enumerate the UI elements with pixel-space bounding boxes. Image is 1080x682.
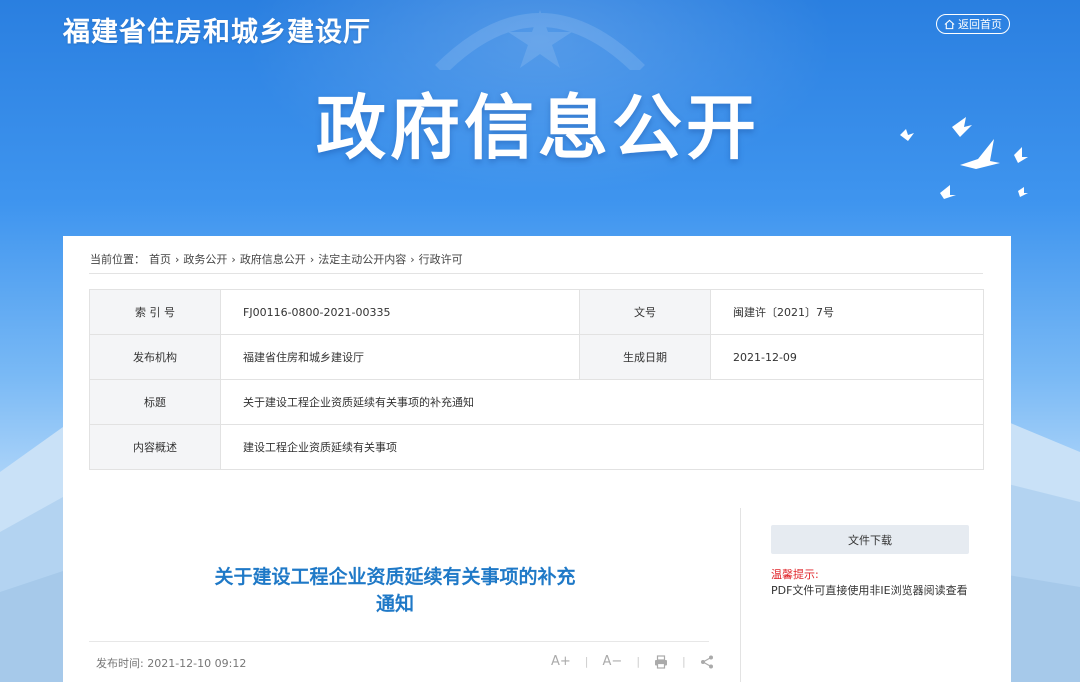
breadcrumb-item-home[interactable]: 首页 bbox=[149, 253, 171, 266]
breadcrumb: 当前位置： 首页 › 政务公开 › 政府信息公开 › 法定主动公开内容 › 行政许可 bbox=[90, 251, 467, 267]
article-tools: A+ | A− | | bbox=[551, 654, 714, 669]
breadcrumb-divider bbox=[89, 273, 983, 274]
table-row: 索 引 号 FJ00116-0800-2021-00335 文号 闽建许〔202… bbox=[89, 289, 984, 335]
summary-value: 建设工程企业资质延续有关事项 bbox=[220, 424, 984, 470]
tool-separator: | bbox=[584, 655, 589, 668]
index-value: FJ00116-0800-2021-00335 bbox=[220, 289, 580, 335]
index-label: 索 引 号 bbox=[89, 289, 221, 335]
metadata-table: 索 引 号 FJ00116-0800-2021-00335 文号 闽建许〔202… bbox=[89, 289, 984, 470]
publish-time: 发布时间: 2021-12-10 09:12 bbox=[96, 655, 246, 671]
emblem-watermark bbox=[435, 10, 645, 70]
article-title-line1: 关于建设工程企业资质延续有关事项的补充 bbox=[214, 566, 576, 588]
table-row: 内容概述 建设工程企业资质延续有关事项 bbox=[89, 424, 984, 470]
article-title: 关于建设工程企业资质延续有关事项的补充 通知 bbox=[175, 564, 615, 618]
table-row: 标题 关于建设工程企业资质延续有关事项的补充通知 bbox=[89, 379, 984, 425]
breadcrumb-item-statutory[interactable]: 法定主动公开内容 bbox=[318, 253, 406, 266]
breadcrumb-item-affairs[interactable]: 政务公开 bbox=[183, 253, 227, 266]
hero-title: 政府信息公开 bbox=[316, 87, 760, 169]
content-card: 当前位置： 首页 › 政务公开 › 政府信息公开 › 法定主动公开内容 › 行政许可 索 引 号 … bbox=[63, 236, 1011, 682]
title-value: 关于建设工程企业资质延续有关事项的补充通知 bbox=[220, 379, 984, 425]
publisher-value: 福建省住房和城乡建设厅 bbox=[220, 334, 580, 380]
share-icon[interactable] bbox=[700, 655, 714, 669]
table-row: 发布机构 福建省住房和城乡建设厅 生成日期 2021-12-09 bbox=[89, 334, 984, 380]
date-label: 生成日期 bbox=[579, 334, 711, 380]
tip-label: 温馨提示: bbox=[771, 568, 819, 581]
tip-text: PDF文件可直接使用非IE浏览器阅读查看 bbox=[771, 584, 968, 597]
home-button-label: 返回首页 bbox=[958, 18, 1002, 31]
doves-decoration bbox=[900, 117, 1028, 199]
font-decrease-button[interactable]: A− bbox=[603, 654, 623, 669]
breadcrumb-separator: › bbox=[410, 253, 415, 266]
site-title[interactable]: 福建省住房和城乡建设厅 bbox=[63, 10, 371, 49]
font-increase-button[interactable]: A+ bbox=[551, 654, 571, 669]
print-icon[interactable] bbox=[654, 654, 668, 669]
breadcrumb-separator: › bbox=[231, 253, 236, 266]
breadcrumb-prefix: 当前位置： bbox=[90, 253, 145, 266]
docno-label: 文号 bbox=[579, 289, 711, 335]
summary-label: 内容概述 bbox=[89, 424, 221, 470]
home-button[interactable]: 返回首页 bbox=[936, 14, 1010, 34]
title-label: 标题 bbox=[89, 379, 221, 425]
column-divider bbox=[740, 508, 741, 682]
article-title-line2: 通知 bbox=[375, 593, 414, 615]
title-divider bbox=[89, 641, 709, 642]
tool-separator: | bbox=[682, 655, 686, 668]
breadcrumb-item-permits[interactable]: 行政许可 bbox=[419, 253, 463, 266]
breadcrumb-separator: › bbox=[309, 253, 315, 266]
publish-time-value: 2021-12-10 09:12 bbox=[147, 657, 247, 670]
docno-value: 闽建许〔2021〕7号 bbox=[710, 289, 984, 335]
breadcrumb-separator: › bbox=[175, 253, 180, 266]
publish-time-label: 发布时间: bbox=[96, 657, 144, 670]
date-value: 2021-12-09 bbox=[710, 334, 984, 380]
file-download-button[interactable]: 文件下载 bbox=[771, 525, 969, 554]
publisher-label: 发布机构 bbox=[89, 334, 221, 380]
home-icon bbox=[944, 19, 955, 29]
breadcrumb-item-info-disclosure[interactable]: 政府信息公开 bbox=[240, 253, 306, 266]
tool-separator: | bbox=[636, 655, 641, 668]
